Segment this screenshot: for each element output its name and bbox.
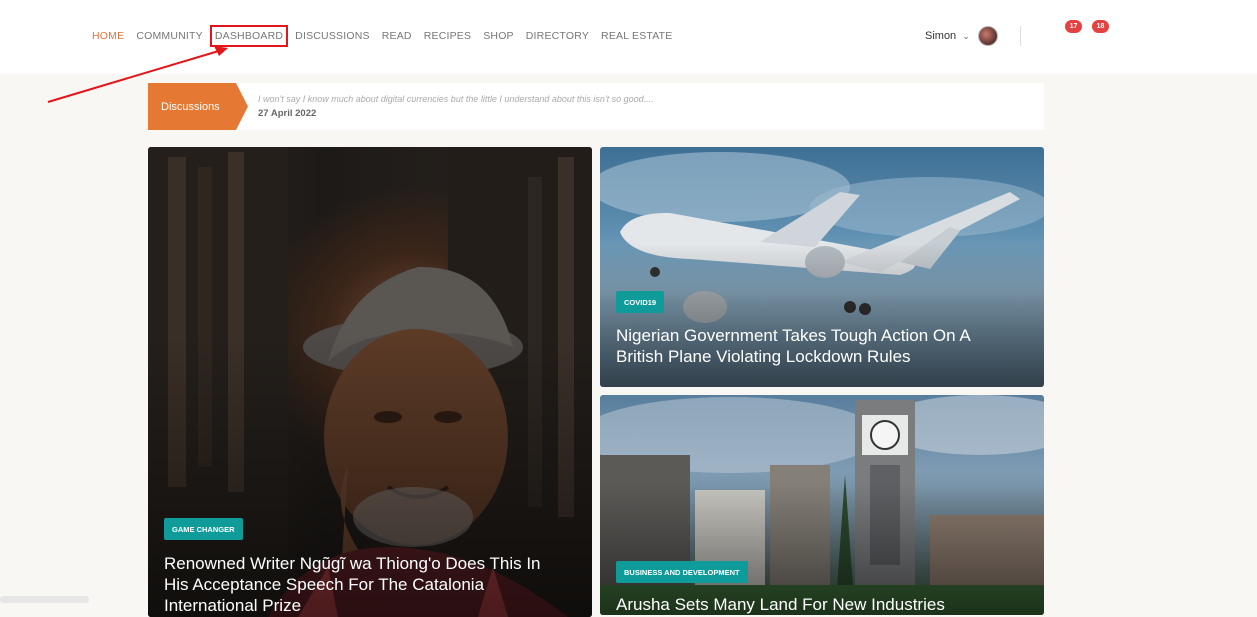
user-name[interactable]: Simon xyxy=(925,30,956,42)
nav-recipes[interactable]: RECIPES xyxy=(424,30,472,42)
avatar[interactable] xyxy=(977,26,998,46)
article-headline[interactable]: Nigerian Government Takes Tough Action O… xyxy=(616,325,1016,367)
article-headline[interactable]: Arusha Sets Many Land For New Industries xyxy=(616,594,1016,615)
article-card[interactable]: BUSINESS AND DEVELOPMENT Arusha Sets Man… xyxy=(600,395,1044,615)
discussions-ticker: Discussions I won't say I know much abou… xyxy=(148,83,1044,130)
divider xyxy=(1020,26,1021,46)
chevron-down-icon[interactable]: ⌄ xyxy=(962,31,970,42)
nav-community[interactable]: COMMUNITY xyxy=(136,30,203,42)
article-card[interactable]: COVID19 Nigerian Government Takes Tough … xyxy=(600,147,1044,387)
category-tag[interactable]: BUSINESS AND DEVELOPMENT xyxy=(616,561,748,583)
nav-directory[interactable]: DIRECTORY xyxy=(526,30,589,42)
user-menu[interactable]: Simon ⌄ xyxy=(925,26,998,46)
message-badge[interactable]: 18 xyxy=(1092,20,1109,33)
notification-badge[interactable]: 17 xyxy=(1065,20,1082,33)
ticker-label[interactable]: Discussions xyxy=(148,83,248,130)
nav-home[interactable]: HOME xyxy=(92,30,124,42)
ticker-text[interactable]: I won't say I know much about digital cu… xyxy=(258,94,654,104)
top-navigation-bar: HOME COMMUNITY DASHBOARD DISCUSSIONS REA… xyxy=(0,0,1257,74)
nav-real-estate[interactable]: REAL ESTATE xyxy=(601,30,672,42)
featured-article-card[interactable]: GAME CHANGER Renowned Writer Ngũgĩ wa Th… xyxy=(148,147,592,617)
nav-dashboard[interactable]: DASHBOARD xyxy=(209,25,289,47)
nav-read[interactable]: READ xyxy=(382,30,412,42)
category-tag[interactable]: COVID19 xyxy=(616,291,665,313)
article-headline[interactable]: Renowned Writer Ngũgĩ wa Thiong'o Does T… xyxy=(164,553,564,616)
nav-discussions[interactable]: DISCUSSIONS xyxy=(295,30,370,42)
horizontal-scrollbar[interactable] xyxy=(0,596,89,603)
nav-shop[interactable]: SHOP xyxy=(483,30,514,42)
category-tag[interactable]: GAME CHANGER xyxy=(164,518,243,540)
main-nav: HOME COMMUNITY DASHBOARD DISCUSSIONS REA… xyxy=(92,25,684,47)
ticker-date: 27 April 2022 xyxy=(258,108,317,119)
